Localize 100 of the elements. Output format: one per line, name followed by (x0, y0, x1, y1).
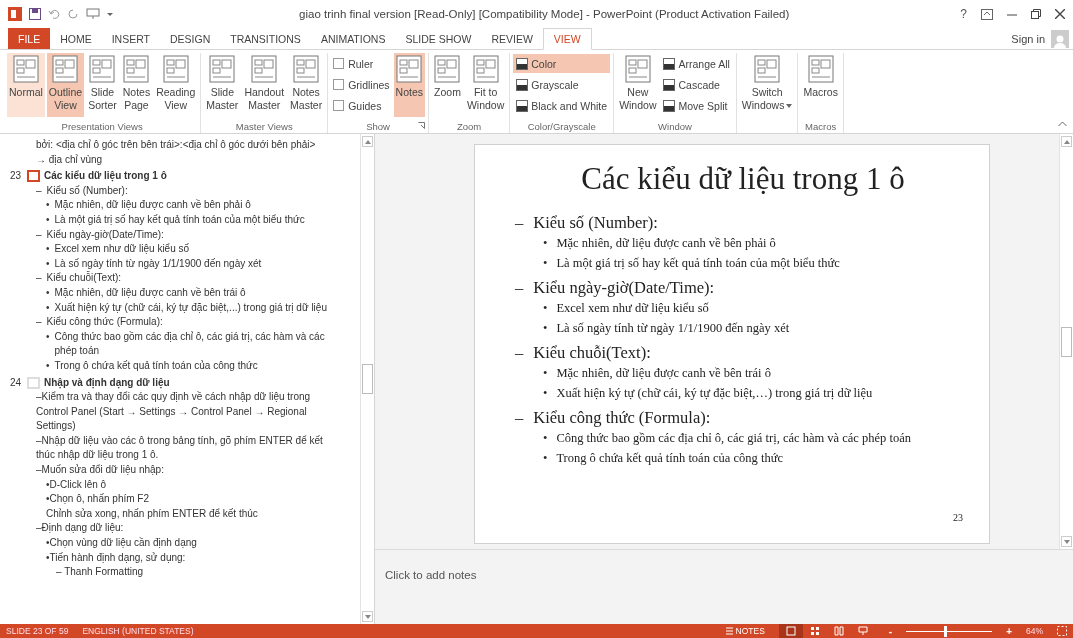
layout-icon (123, 55, 150, 83)
page-number: 23 (953, 512, 963, 523)
fit-slide-icon (1057, 626, 1067, 636)
ribbon-button[interactable]: Reading View (154, 53, 198, 117)
slide-title: Các kiểu dữ liệu trong 1 ô (580, 161, 906, 197)
outline-text: •Chọn ô, nhấn phím F2 (46, 492, 149, 507)
up-arrow-icon (1063, 139, 1070, 144)
help-button[interactable]: ? (960, 7, 967, 21)
list-marker: • (46, 300, 50, 315)
ribbon-button[interactable]: Notes (393, 53, 426, 117)
ribbon-button[interactable]: Slide Master (204, 53, 241, 117)
ribbon-display-icon (981, 8, 993, 20)
zoom-out-button[interactable]: - (888, 625, 893, 637)
outline-text: Kiểu công thức (Formula): (46, 315, 163, 330)
scroll-up-button[interactable] (362, 136, 373, 147)
list-marker: • (543, 451, 548, 466)
ribbon-button[interactable]: Switch Windows (739, 53, 795, 117)
ribbon-button[interactable]: Grayscale (513, 75, 611, 94)
save-icon (29, 8, 41, 20)
outline-text: •Tiến hành định dạng, sử dụng: (46, 550, 186, 565)
outline-text: Kiểu ngày-giờ(Date/Time): (46, 227, 164, 242)
normal-view-icon (785, 626, 796, 636)
layout-icon (52, 55, 79, 83)
scrollbar[interactable] (1059, 134, 1073, 549)
group-label: Color/Grayscale (527, 121, 596, 132)
group-label: Presentation Views (61, 121, 143, 132)
sign-in-link[interactable]: Sign in (1011, 32, 1045, 45)
ribbon-button[interactable]: Zoom (432, 53, 463, 117)
list-marker: – (36, 183, 42, 198)
layout-icon (89, 55, 116, 83)
ribbon-button[interactable]: Black and White (513, 96, 611, 115)
outline-text: •Chọn vùng dữ liệu cần định dạng (46, 536, 197, 551)
zoom-in-button[interactable]: + (1006, 625, 1012, 637)
slide-title[interactable]: Nhập và định dạng dữ liệu (44, 375, 170, 391)
ribbon-button[interactable]: Outline View (46, 53, 85, 117)
ribbon-tab[interactable]: FILE (8, 28, 51, 49)
list-marker: • (543, 431, 548, 446)
layout-icon (472, 55, 499, 83)
layout-icon (807, 55, 834, 83)
layout-icon (12, 55, 39, 83)
language-indicator[interactable]: ENGLISH (UNITED STATES) (82, 626, 194, 636)
swatch-icon (516, 78, 529, 91)
group-label: Zoom (457, 121, 482, 132)
ribbon-button[interactable]: Cascade (660, 75, 733, 94)
scrollbar-thumb[interactable] (1061, 326, 1072, 357)
ribbon-button[interactable]: Move Split (660, 96, 733, 115)
notes-button[interactable]: NOTES (725, 626, 765, 636)
ribbon-button[interactable]: Notes Page (120, 53, 153, 117)
view-button[interactable] (778, 624, 803, 638)
ribbon-button[interactable]: Normal (7, 53, 45, 117)
scroll-down-button[interactable] (362, 611, 373, 622)
scroll-down-button[interactable] (1061, 536, 1072, 547)
outline-text: –Nhập dữ liệu vào các ô trong bảng tính, gõ phím ENTER để kết thúc nhập dữ liệu trong 1 ô. (36, 433, 324, 463)
zoom-thumb[interactable] (943, 625, 947, 637)
reading-view-icon (833, 626, 844, 636)
undo-icon (48, 8, 60, 20)
checkbox[interactable]: Guides (331, 96, 392, 115)
ribbon-button[interactable]: Macros (801, 53, 840, 117)
checkbox[interactable]: Ruler (331, 54, 392, 73)
slide-title[interactable]: Các kiểu dữ liệu trong 1 ô (44, 169, 167, 184)
layout-icon (209, 55, 236, 83)
dropdown-caret-icon (786, 104, 793, 109)
list-marker: – (515, 278, 524, 298)
outline-text: Chỉnh sửa xong, nhấn phím ENTER để kết thúc (46, 506, 258, 521)
ribbon-button[interactable]: Slide Sorter (86, 53, 119, 117)
scrollbar-thumb[interactable] (362, 364, 373, 394)
layout-icon (251, 55, 278, 83)
close-icon (1055, 9, 1065, 19)
outline-text: Mặc nhiên, dữ liệu được canh về bên phải ô (54, 198, 251, 213)
ribbon-button[interactable]: Color (513, 54, 611, 73)
layout-icon (434, 55, 461, 83)
slide-number: 24 (10, 375, 23, 390)
list-marker: • (543, 301, 548, 316)
sorter-view-icon (809, 626, 820, 636)
outline-text: Là một giá trị số hay kết quả tính toán của một biểu thức (54, 212, 305, 227)
layout-icon (162, 55, 189, 83)
list-marker: • (543, 236, 548, 251)
list-marker: • (46, 358, 50, 373)
scrollbar[interactable] (360, 134, 374, 624)
bullet-text: Kiểu công thức (Formula): (533, 408, 711, 428)
dialog-launcher-button[interactable] (418, 122, 426, 129)
ribbon-button[interactable]: New Window (617, 53, 659, 117)
slide-icon[interactable] (27, 170, 40, 183)
swatch-icon (516, 57, 529, 70)
checkbox[interactable]: Gridlines (331, 75, 392, 94)
ribbon-button[interactable]: Fit to Window (464, 53, 507, 117)
ribbon-tab[interactable]: VIEW (542, 28, 592, 50)
list-marker: – (36, 227, 42, 242)
ribbon-button[interactable]: Notes Master (288, 53, 325, 117)
scroll-up-button[interactable] (1061, 136, 1072, 147)
list-marker: • (543, 256, 548, 271)
up-arrow-icon (364, 139, 371, 144)
bullet-text: Mặc nhiên, dữ liệu được canh về bên trái ô (556, 366, 771, 381)
list-marker: • (46, 329, 50, 344)
down-arrow-icon (1063, 539, 1070, 544)
layout-icon (396, 55, 423, 83)
ribbon-button[interactable]: Handout Master (242, 53, 287, 117)
ribbon-button[interactable]: Arrange All (660, 54, 733, 73)
bullet-text: Kiểu số (Number): (533, 213, 658, 233)
zoom-percent[interactable]: 64% (1026, 626, 1043, 636)
